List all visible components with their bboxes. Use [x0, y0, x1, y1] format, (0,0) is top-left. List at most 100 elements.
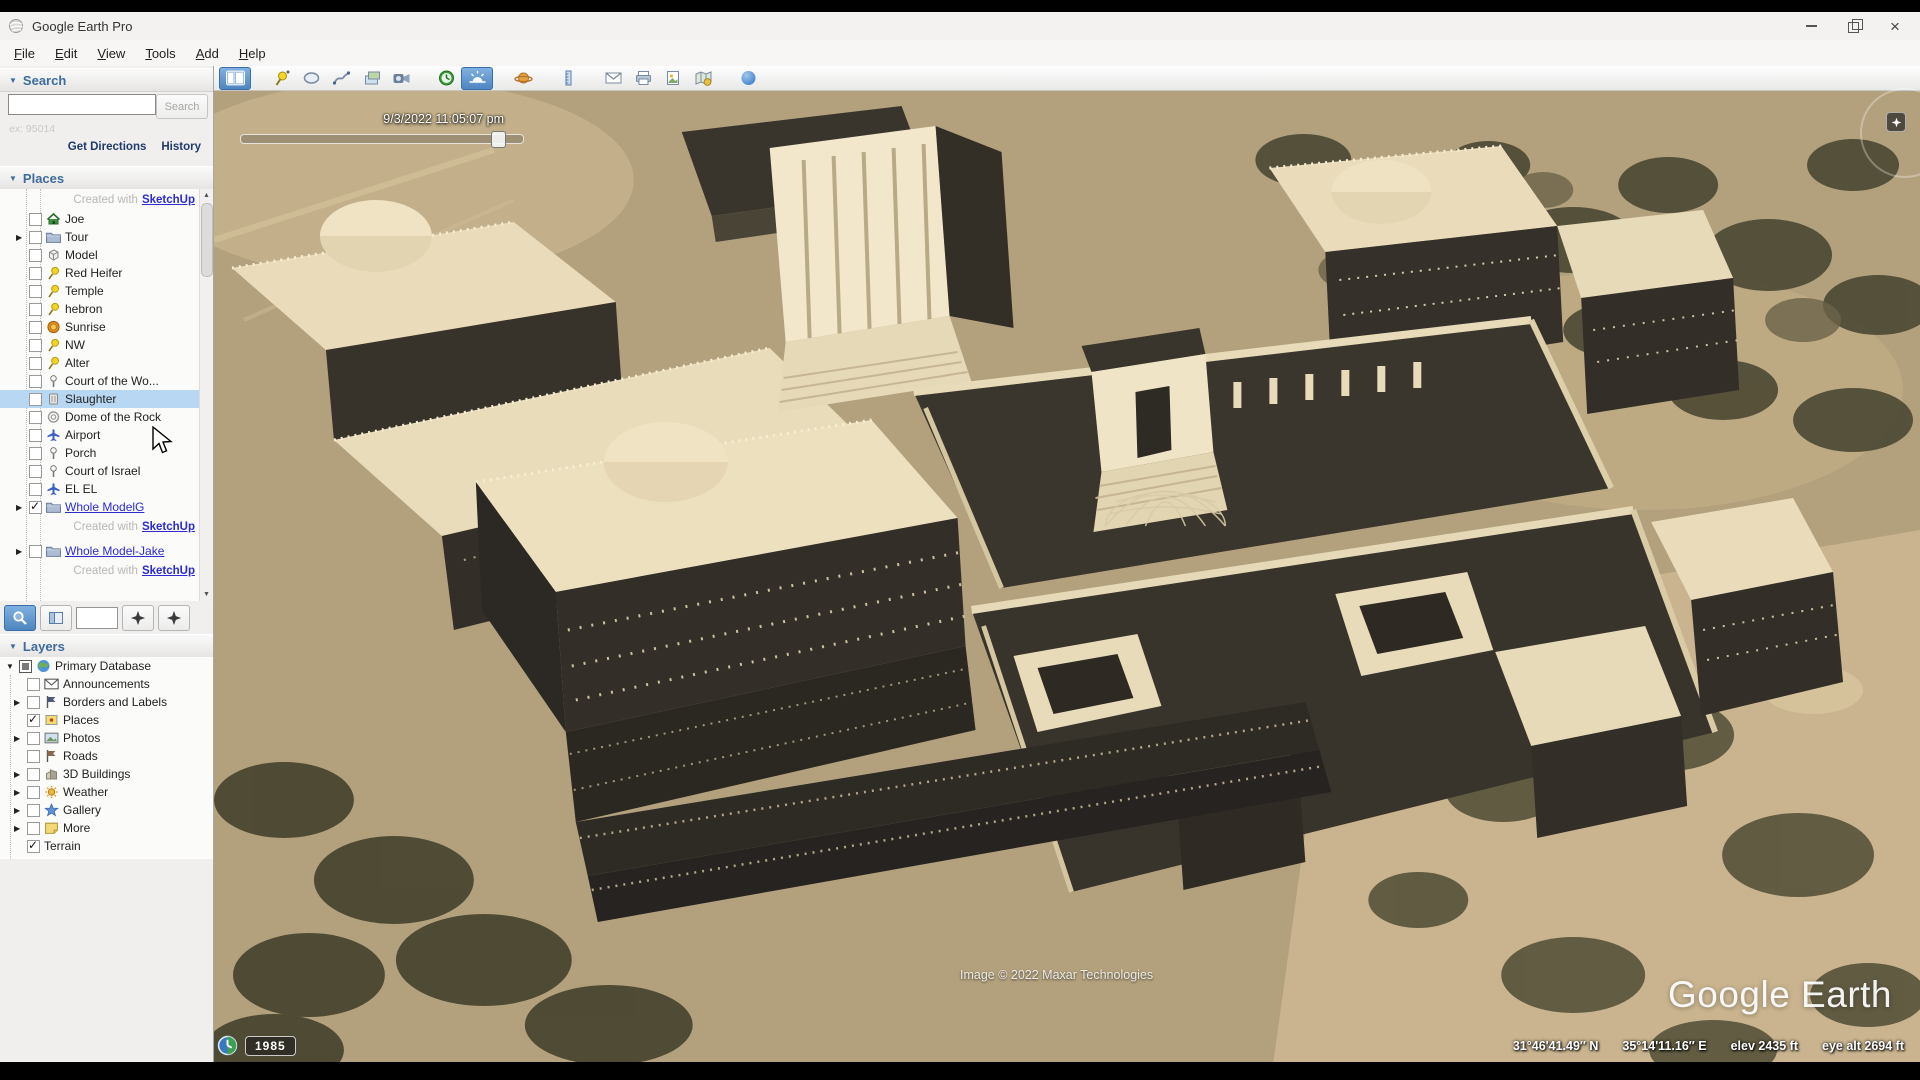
tree-item-roads[interactable]: Roads — [0, 747, 213, 765]
record-tour-button[interactable] — [386, 68, 416, 89]
checkbox[interactable] — [29, 411, 42, 424]
checkbox[interactable] — [29, 231, 42, 244]
historical-imagery-button[interactable] — [431, 68, 461, 89]
places-scrollbar[interactable]: ▲ ▼ — [199, 189, 213, 601]
expand-arrow-icon[interactable]: ▶ — [14, 734, 26, 743]
checkbox[interactable] — [27, 750, 40, 763]
checkbox[interactable] — [27, 840, 40, 853]
tree-item-court-of-the-wo-[interactable]: Court of the Wo... — [0, 372, 213, 390]
tree-item-borders-and-labels[interactable]: ▶Borders and Labels — [0, 693, 213, 711]
tree-item-temple[interactable]: Temple — [0, 282, 213, 300]
fly-to-speed-box[interactable] — [76, 607, 118, 629]
add-path-button[interactable] — [326, 68, 356, 89]
tree-item-label[interactable]: Whole ModelG — [65, 500, 144, 514]
checkbox[interactable] — [29, 285, 42, 298]
email-button[interactable] — [598, 68, 628, 89]
checkbox[interactable] — [29, 303, 42, 316]
tree-item-label[interactable]: Places — [63, 713, 99, 727]
add-polygon-button[interactable] — [296, 68, 326, 89]
checkbox[interactable] — [27, 696, 40, 709]
sunlight-button[interactable] — [461, 67, 493, 90]
tree-item-label[interactable]: Court of Israel — [65, 464, 140, 478]
tree-item-label[interactable]: Court of the Wo... — [65, 374, 159, 388]
tree-item-label[interactable]: NW — [65, 338, 85, 352]
menu-help[interactable]: Help — [229, 43, 276, 64]
tree-item-alter[interactable]: Alter — [0, 354, 213, 372]
layers-panel-header[interactable]: ▼ Layers — [0, 634, 213, 658]
expand-arrow-icon[interactable]: ▶ — [14, 698, 26, 707]
checkbox[interactable] — [29, 465, 42, 478]
tree-item-gallery[interactable]: ▶ Gallery — [0, 801, 213, 819]
tree-item-airport[interactable]: Airport — [0, 426, 213, 444]
get-directions-link[interactable]: Get Directions — [68, 141, 147, 153]
collapse-arrow-icon[interactable]: ▼ — [6, 662, 18, 671]
tree-item-label[interactable]: Weather — [63, 785, 108, 799]
minimize-button[interactable] — [1790, 13, 1832, 39]
checkbox[interactable] — [27, 822, 40, 835]
checkbox[interactable] — [29, 429, 42, 442]
tree-item-label[interactable]: Red Heifer — [65, 266, 122, 280]
checkbox[interactable] — [29, 393, 42, 406]
menu-file[interactable]: File — [4, 43, 45, 64]
tree-item-label[interactable]: Joe — [65, 212, 84, 226]
tree-item-hebron[interactable]: hebron — [0, 300, 213, 318]
tree-item-nw[interactable]: NW — [0, 336, 213, 354]
checkbox[interactable] — [27, 768, 40, 781]
checkbox[interactable] — [29, 545, 42, 558]
menu-view[interactable]: View — [87, 43, 135, 64]
show-panel-button[interactable] — [40, 605, 72, 631]
tree-item-label[interactable]: Photos — [63, 731, 100, 745]
tree-item-places[interactable]: Places — [0, 711, 213, 729]
tree-item-label[interactable]: hebron — [65, 302, 102, 316]
tree-item-label[interactable]: Announcements — [63, 677, 150, 691]
earth-3d-view[interactable]: 9/3/2022 11:05:07 pm 1985 31°46'41.49″ N… — [214, 66, 1920, 1062]
sketchup-link[interactable]: SketchUp — [142, 521, 195, 533]
tree-item-joe[interactable]: Joe — [0, 210, 213, 228]
checkbox[interactable] — [29, 375, 42, 388]
tree-item-announcements[interactable]: Announcements — [0, 675, 213, 693]
tree-item-3d-buildings[interactable]: ▶3D Buildings — [0, 765, 213, 783]
checkbox[interactable] — [29, 447, 42, 460]
expand-arrow-icon[interactable]: ▶ — [14, 806, 26, 815]
menu-tools[interactable]: Tools — [135, 43, 185, 64]
tree-item-label[interactable]: Porch — [65, 446, 96, 460]
toggle-sidebar-button[interactable] — [219, 67, 251, 90]
print-button[interactable] — [628, 68, 658, 89]
tree-item-porch[interactable]: Porch — [0, 444, 213, 462]
checkbox[interactable] — [29, 483, 42, 496]
tree-item-whole-modelg[interactable]: ▶Whole ModelG — [0, 498, 213, 516]
history-link[interactable]: History — [161, 141, 201, 153]
tree-item-label[interactable]: Airport — [65, 428, 100, 442]
sketchup-link[interactable]: SketchUp — [142, 194, 195, 206]
expand-arrow-icon[interactable]: ▶ — [16, 233, 28, 242]
checkbox[interactable] — [27, 732, 40, 745]
checkbox[interactable] — [29, 321, 42, 334]
checkbox[interactable] — [29, 357, 42, 370]
checkbox[interactable] — [29, 501, 42, 514]
expand-arrow-icon[interactable]: ▶ — [14, 824, 26, 833]
restore-button[interactable] — [1832, 13, 1874, 39]
tree-item-terrain[interactable]: Terrain — [0, 837, 213, 855]
add-image-overlay-button[interactable] — [356, 68, 386, 89]
checkbox[interactable] — [27, 804, 40, 817]
tree-item-label[interactable]: Alter — [65, 356, 90, 370]
checkbox[interactable] — [27, 678, 40, 691]
time-slider-handle[interactable] — [491, 131, 506, 148]
sketchup-link[interactable]: SketchUp — [142, 565, 195, 577]
tree-item-label[interactable]: EL EL — [65, 482, 97, 496]
tree-item-court-of-israel[interactable]: Court of Israel — [0, 462, 213, 480]
play-tour-up-button[interactable] — [122, 605, 154, 631]
places-panel-header[interactable]: ▼ Places — [0, 166, 213, 190]
tree-item-label[interactable]: Model — [65, 248, 98, 262]
play-tour-down-button[interactable] — [158, 605, 190, 631]
tree-item-slaughter[interactable]: Slaughter — [0, 390, 213, 408]
tree-item-sunrise[interactable]: Sunrise — [0, 318, 213, 336]
tree-item-label[interactable]: Temple — [65, 284, 104, 298]
save-image-button[interactable] — [658, 68, 688, 89]
tree-item-label[interactable]: Roads — [63, 749, 98, 763]
checkbox[interactable] — [27, 786, 40, 799]
earth-button[interactable] — [733, 68, 763, 89]
tree-item-model[interactable]: Model — [0, 246, 213, 264]
tree-item-whole-model-jake[interactable]: ▶Whole Model-Jake — [0, 542, 213, 560]
tree-item-label[interactable]: Gallery — [63, 803, 101, 817]
